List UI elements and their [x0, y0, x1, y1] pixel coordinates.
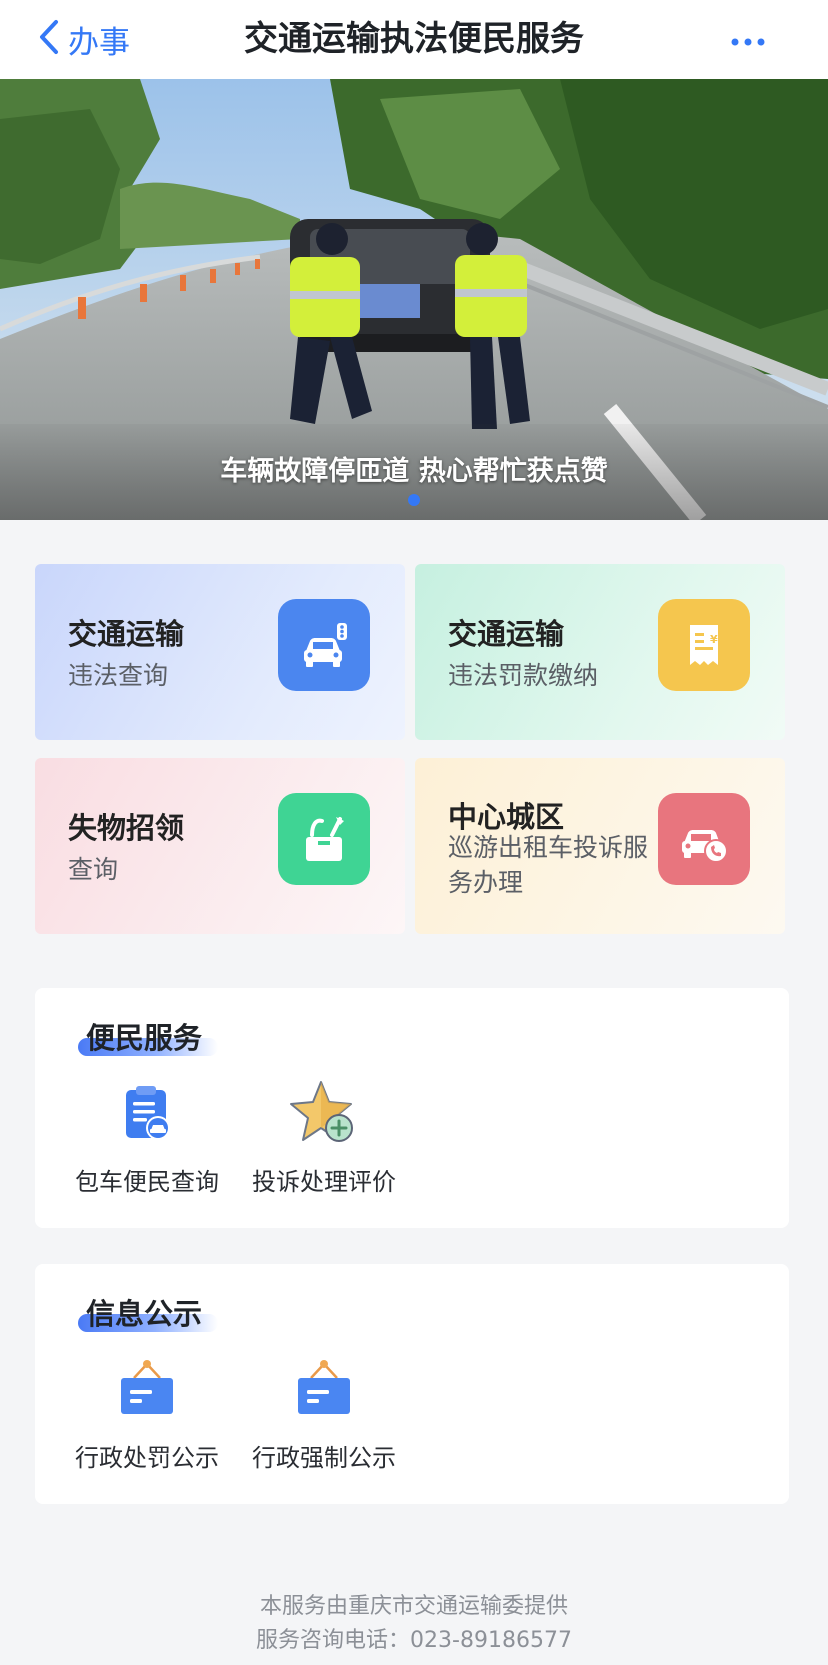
service-complaint-evaluation[interactable]: 投诉处理评价 — [239, 1078, 409, 1197]
card-title: 交通运输 — [448, 617, 565, 651]
more-button[interactable] — [718, 26, 778, 56]
section-title: 便民服务 — [86, 1021, 203, 1055]
section-title: 信息公示 — [86, 1297, 203, 1331]
card-title: 失物招领 — [68, 811, 185, 845]
page: 办事 交通运输执法便民服务 车辆故障停匝道 热心帮忙获点赞 交通运输 违法查询 … — [0, 0, 828, 1665]
carousel-indicator — [0, 494, 828, 506]
banner-caption: 车辆故障停匝道 热心帮忙获点赞 — [220, 456, 608, 487]
back-label: 办事 — [68, 24, 130, 61]
carousel-dot-active[interactable] — [408, 494, 420, 506]
section-information-disclosure: 信息公示 行政处罚公示 行政强制公示 — [35, 1264, 789, 1504]
service-charter-query[interactable]: 包车便民查询 — [62, 1078, 232, 1197]
footer: 本服务由重庆市交通运输委提供 服务咨询电话：023-89186577 — [0, 1590, 828, 1658]
svg-text:¥: ¥ — [710, 633, 718, 646]
star-plus-icon — [289, 1078, 359, 1148]
footer-provider: 本服务由重庆市交通运输委提供 — [259, 1594, 568, 1619]
taxi-phone-icon — [658, 793, 750, 885]
service-admin-penalty-disclosure[interactable]: 行政处罚公示 — [62, 1354, 232, 1473]
chevron-left-icon — [36, 18, 62, 60]
notice-board-icon — [112, 1354, 182, 1424]
lost-found-box-icon — [278, 793, 370, 885]
service-admin-enforcement-disclosure[interactable]: 行政强制公示 — [239, 1354, 409, 1473]
service-label: 行政强制公示 — [252, 1444, 396, 1472]
clipboard-car-icon — [112, 1078, 182, 1148]
service-label: 投诉处理评价 — [252, 1168, 396, 1196]
quick-service-grid: 交通运输 违法查询 交通运输 违法罚款缴纳 ¥ 失物招领 查询 中心城区 巡游出… — [35, 564, 787, 934]
page-title: 交通运输执法便民服务 — [244, 19, 584, 59]
card-lost-found[interactable]: 失物招领 查询 — [35, 758, 405, 934]
car-signal-icon — [278, 599, 370, 691]
section-header: 便民服务 — [78, 1016, 218, 1060]
nav-bar: 办事 交通运输执法便民服务 — [0, 0, 828, 79]
card-subtitle: 巡游出租车投诉服务办理 — [448, 833, 649, 897]
section-header: 信息公示 — [78, 1292, 218, 1336]
card-taxi-complaint[interactable]: 中心城区 巡游出租车投诉服务办理 — [415, 758, 785, 934]
back-button[interactable]: 办事 — [36, 14, 130, 64]
section-convenience-services: 便民服务 包车便民查询 投诉处理评价 — [35, 988, 789, 1228]
service-label: 行政处罚公示 — [75, 1444, 219, 1472]
card-title: 交通运输 — [68, 617, 185, 651]
service-label: 包车便民查询 — [75, 1168, 219, 1196]
card-subtitle: 违法罚款缴纳 — [448, 661, 599, 690]
banner-carousel[interactable]: 车辆故障停匝道 热心帮忙获点赞 — [0, 79, 828, 520]
card-subtitle: 违法查询 — [68, 661, 169, 690]
card-subtitle: 查询 — [68, 855, 119, 884]
card-violation-query[interactable]: 交通运输 违法查询 — [35, 564, 405, 740]
notice-board-icon — [289, 1354, 359, 1424]
footer-hotline: 服务咨询电话：023-89186577 — [256, 1628, 572, 1653]
receipt-yuan-icon: ¥ — [658, 599, 750, 691]
more-horizontal-icon — [730, 32, 766, 51]
card-fine-payment[interactable]: 交通运输 违法罚款缴纳 ¥ — [415, 564, 785, 740]
